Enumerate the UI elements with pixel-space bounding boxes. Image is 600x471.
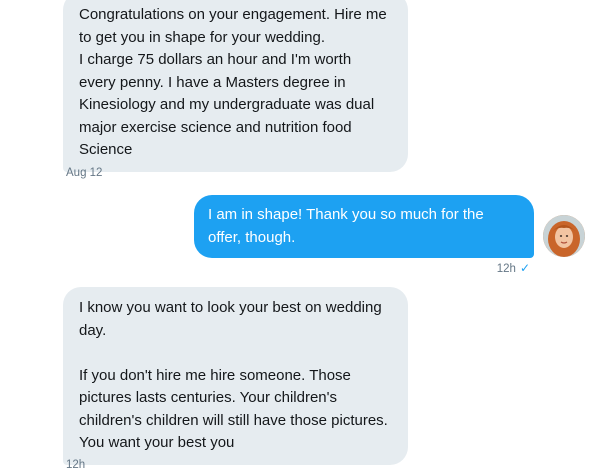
message-timestamp: Aug 12 [66, 167, 103, 179]
avatar[interactable] [543, 215, 585, 257]
message-bubble-received[interactable]: Congratulations on your engagement. Hire… [63, 0, 408, 172]
message-bubble-received[interactable]: I know you want to look your best on wed… [63, 287, 408, 465]
message-meta-sent: 12h ✓ [497, 261, 530, 275]
message-timestamp: 12h [496, 263, 516, 275]
message-bubble-sent[interactable]: I am in shape! Thank you so much for the… [194, 195, 534, 258]
avatar-image [543, 215, 585, 257]
checkmark-icon: ✓ [519, 261, 530, 275]
message-timestamp: 12h [66, 459, 86, 471]
